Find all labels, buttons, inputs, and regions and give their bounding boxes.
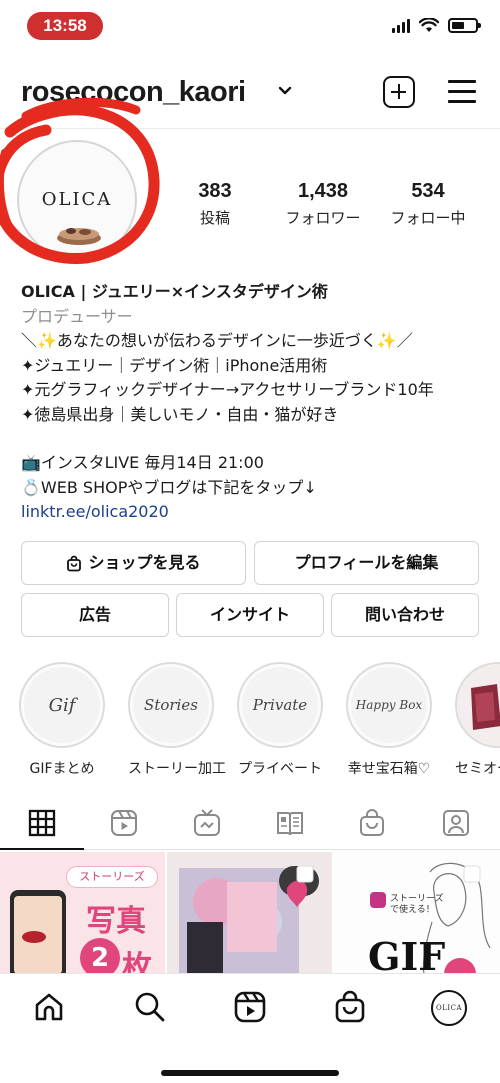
highlight-photo-icon <box>457 664 500 746</box>
post-badge-text: ストーリーズ <box>79 870 145 883</box>
reels-icon[interactable] <box>233 990 267 1024</box>
stat-followers[interactable]: 1,438 フォロワー <box>273 180 373 228</box>
highlight-label: GIFまとめ <box>29 761 95 777</box>
bio-line: ✦ジュエリー｜デザイン術｜iPhone活用術 <box>21 355 328 375</box>
bottom-navigation: OLICA <box>0 973 500 1083</box>
stat-posts[interactable]: 383 投稿 <box>186 180 244 228</box>
post-image-collage <box>167 852 332 974</box>
active-tab-indicator <box>0 848 84 850</box>
signal-icon <box>392 18 410 33</box>
post-badge-text: ストーリーズで使える！ <box>390 894 444 915</box>
username-switcher[interactable]: rosecocon_kaori <box>21 76 246 109</box>
post-title-number: 2 <box>90 943 110 973</box>
profile-tabs <box>0 800 500 850</box>
account-category: プロデューサー <box>21 306 133 326</box>
highlight-cover-text: Gif <box>24 667 100 743</box>
home-icon[interactable] <box>32 990 66 1024</box>
avatar[interactable]: OLICA <box>17 140 137 260</box>
following-count: 534 <box>411 180 445 202</box>
following-label: フォロー中 <box>390 209 466 227</box>
highlight-cover[interactable]: Stories <box>128 662 214 748</box>
highlight-seminar[interactable]: セミオー <box>455 662 500 778</box>
create-post-button[interactable] <box>383 76 415 108</box>
status-time: 13:58 <box>27 12 103 40</box>
highlight-cover[interactable]: Private <box>237 662 323 748</box>
bio-line: ✦元グラフィックデザイナー→アクセサリーブランド10年 <box>21 380 434 399</box>
profile-avatar-nav[interactable]: OLICA <box>431 990 467 1026</box>
highlight-gif[interactable]: Gif GIFまとめ <box>19 662 105 778</box>
highlight-label: 幸せ宝石箱♡ <box>347 761 431 777</box>
bio-shop-line: 💍WEB SHOPやブログは下記をタップ↓ <box>21 477 317 497</box>
tab-grid-icon[interactable] <box>27 808 57 838</box>
highlight-cover[interactable]: Happy Box <box>346 662 432 748</box>
status-icons <box>392 18 481 33</box>
shop-icon[interactable] <box>333 990 367 1024</box>
edit-profile-label: プロフィールを編集 <box>294 553 439 572</box>
display-name: OLICA | ジュエリー×インスタデザイン術 <box>21 282 328 301</box>
view-shop-button[interactable]: ショップを見る <box>21 541 246 585</box>
highlight-happy-box[interactable]: Happy Box 幸せ宝石箱♡ <box>346 662 432 778</box>
post-title-line1: 写真 <box>86 904 146 939</box>
post-thumbnail[interactable] <box>167 852 332 974</box>
profile-avatar[interactable]: OLICA <box>14 140 144 260</box>
post-title: GIF <box>368 934 446 974</box>
chevron-down-icon[interactable] <box>278 86 292 96</box>
highlight-label: ストーリー加工 <box>128 761 226 777</box>
profile-bio: OLICA | ジュエリー×インスタデザイン術 プロデューサー ＼✨あなたの想い… <box>21 280 486 525</box>
instagram-profile-screen: 13:58 rosecocon_kaori OLICA 383 投稿 1,438… <box>0 0 500 1083</box>
highlight-label: セミオー <box>455 761 500 777</box>
followers-label: フォロワー <box>285 209 361 227</box>
highlight-private[interactable]: Private プライベート <box>237 662 323 778</box>
bio-line: ✦徳島県出身｜美しいモノ・自由・猫が好き <box>21 404 339 424</box>
insights-label: インサイト <box>209 605 290 624</box>
tab-shop-icon[interactable] <box>357 808 387 838</box>
highlight-cover[interactable]: Gif <box>19 662 105 748</box>
edit-profile-button[interactable]: プロフィールを編集 <box>254 541 479 585</box>
post-thumbnail[interactable]: ストーリーズ 写真 2 枚 <box>0 852 165 974</box>
ads-button[interactable]: 広告 <box>21 593 169 637</box>
post-title-line3: 枚 <box>122 950 152 974</box>
status-bar: 13:58 <box>0 0 500 50</box>
profile-avatar-nav-text: OLICA <box>435 1004 463 1012</box>
search-icon[interactable] <box>133 990 167 1024</box>
bio-live-line: 📺インスタLIVE 毎月14日 21:00 <box>21 453 264 472</box>
home-indicator[interactable] <box>161 1070 339 1076</box>
divider <box>0 128 500 129</box>
view-shop-label: ショップを見る <box>88 553 201 572</box>
post-thumbnail[interactable]: ストーリーズで使える！ GIF <box>334 852 500 974</box>
stat-following[interactable]: 534 フォロー中 <box>379 180 477 228</box>
tab-igtv-icon[interactable] <box>192 808 222 838</box>
profile-header: rosecocon_kaori <box>0 70 500 120</box>
jewelry-photo-icon <box>57 228 101 245</box>
post-badge: ストーリーズ <box>66 866 158 888</box>
posts-count: 383 <box>198 180 232 202</box>
battery-icon <box>448 18 481 33</box>
highlight-stories[interactable]: Stories ストーリー加工 <box>128 662 226 778</box>
wifi-icon <box>419 18 439 32</box>
bio-link[interactable]: linktr.ee/olica2020 <box>21 500 486 525</box>
highlight-cover[interactable] <box>455 662 500 748</box>
highlight-cover-text: Private <box>242 667 318 743</box>
shopping-bag-icon <box>67 555 82 571</box>
tab-reels-icon[interactable] <box>109 808 139 838</box>
hamburger-menu-icon[interactable] <box>448 78 476 104</box>
posts-label: 投稿 <box>199 209 230 227</box>
followers-count: 1,438 <box>297 180 349 202</box>
insights-button[interactable]: インサイト <box>176 593 324 637</box>
bio-line: ＼✨あなたの想いが伝わるデザインに一歩近づく✨／ <box>21 331 413 350</box>
highlight-cover-text: Happy Box <box>351 667 427 743</box>
contact-button[interactable]: 問い合わせ <box>331 593 479 637</box>
highlight-label: プライベート <box>238 761 322 777</box>
ads-label: 広告 <box>78 605 111 624</box>
post-title-circle: 2 <box>80 938 120 974</box>
tab-tagged-icon[interactable] <box>441 808 471 838</box>
contact-label: 問い合わせ <box>364 605 445 624</box>
tab-guides-icon[interactable] <box>275 808 305 838</box>
highlight-cover-text: Stories <box>133 667 209 743</box>
